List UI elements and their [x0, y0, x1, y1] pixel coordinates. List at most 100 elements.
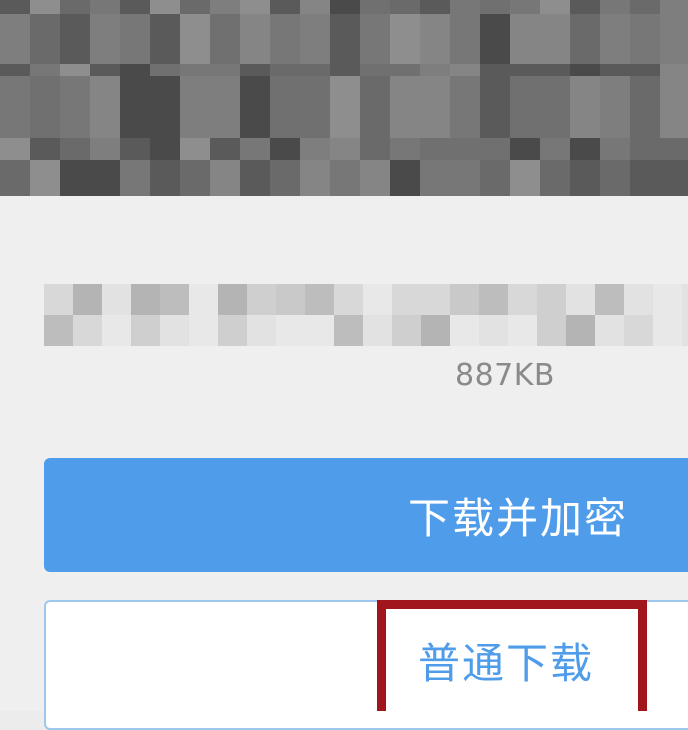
pixel-block [30, 76, 60, 138]
pixel-block [90, 160, 120, 196]
pixel-block [390, 64, 420, 76]
pixel-block [508, 284, 537, 315]
pixel-block [270, 64, 300, 76]
pixel-block [390, 14, 420, 64]
pixel-block [363, 315, 392, 346]
pixel-block [630, 138, 660, 160]
pixel-block [630, 76, 660, 138]
pixel-block [330, 76, 360, 138]
pixel-block [150, 0, 180, 14]
pixel-block [360, 138, 390, 160]
pixel-block [479, 284, 508, 315]
pixel-block [180, 14, 210, 64]
pixel-block [450, 14, 480, 64]
pixel-block [150, 76, 180, 138]
pixel-block [630, 14, 660, 64]
pixel-block [660, 14, 688, 64]
pixel-block [247, 315, 276, 346]
pixel-block [102, 315, 131, 346]
pixel-block [480, 138, 510, 160]
pixel-block [450, 160, 480, 196]
pixel-block [660, 0, 688, 14]
pixel-block [180, 0, 210, 14]
pixel-block [210, 64, 240, 76]
pixel-block [300, 160, 330, 196]
pixel-block [270, 160, 300, 196]
pixel-block [60, 14, 90, 64]
pixel-block [120, 76, 150, 138]
pixel-block [0, 0, 30, 14]
pixel-block [60, 160, 90, 196]
pixel-block [90, 76, 120, 138]
pixel-block [131, 315, 160, 346]
pixel-block [210, 160, 240, 196]
pixel-block [510, 76, 540, 138]
pixel-block [360, 64, 390, 76]
pixel-block [479, 315, 508, 346]
pixel-block [360, 14, 390, 64]
pixel-block [595, 315, 624, 346]
pixel-block [210, 76, 240, 138]
pixel-block [150, 138, 180, 160]
pixel-block [270, 138, 300, 160]
pixel-block [392, 284, 421, 315]
pixel-block [660, 160, 688, 196]
pixel-block [120, 138, 150, 160]
pixel-block [450, 315, 479, 346]
pixel-block [630, 64, 660, 76]
pixel-block [360, 0, 390, 14]
pixel-block [450, 64, 480, 76]
pixel-block [210, 0, 240, 14]
pixel-block [390, 160, 420, 196]
pixel-block [682, 284, 688, 315]
pixel-block [30, 0, 60, 14]
pixel-block [120, 14, 150, 64]
pixel-block [660, 138, 688, 160]
pixel-block [600, 0, 630, 14]
pixel-block [189, 315, 218, 346]
pixel-block [363, 284, 392, 315]
pixel-block [450, 284, 479, 315]
pixel-block [131, 284, 160, 315]
pixel-block [247, 284, 276, 315]
pixel-block [160, 315, 189, 346]
pixel-block [0, 138, 30, 160]
pixel-block [276, 315, 305, 346]
pixel-block [450, 76, 480, 138]
pixel-block [540, 64, 570, 76]
pixel-block [570, 138, 600, 160]
pixel-block [480, 0, 510, 14]
pixel-block [240, 14, 270, 64]
pixel-block [600, 160, 630, 196]
pixel-block [510, 138, 540, 160]
annotation-highlight-box [377, 600, 647, 711]
download-encrypt-button[interactable]: 下载并加密 [44, 458, 688, 572]
pixel-block [210, 138, 240, 160]
pixel-block [421, 315, 450, 346]
pixel-block [330, 138, 360, 160]
pixel-block [60, 76, 90, 138]
pixel-block [630, 0, 660, 14]
pixel-block [570, 76, 600, 138]
pixel-block [30, 64, 60, 76]
pixel-block [30, 14, 60, 64]
pixel-block [570, 64, 600, 76]
pixel-block [420, 64, 450, 76]
pixel-block [270, 0, 300, 14]
pixel-block [420, 76, 450, 138]
pixel-block [390, 76, 420, 138]
pixel-block [420, 0, 450, 14]
pixel-block [160, 284, 189, 315]
pixel-block [570, 14, 600, 64]
pixel-block [30, 138, 60, 160]
pixel-block [270, 76, 300, 138]
pixel-block [300, 138, 330, 160]
pixel-block [682, 315, 688, 346]
pixel-block [330, 160, 360, 196]
pixel-block [537, 315, 566, 346]
pixel-block [240, 0, 270, 14]
pixel-block [330, 64, 360, 76]
pixel-block [240, 76, 270, 138]
pixel-block [305, 284, 334, 315]
blurred-background-content [0, 0, 688, 196]
